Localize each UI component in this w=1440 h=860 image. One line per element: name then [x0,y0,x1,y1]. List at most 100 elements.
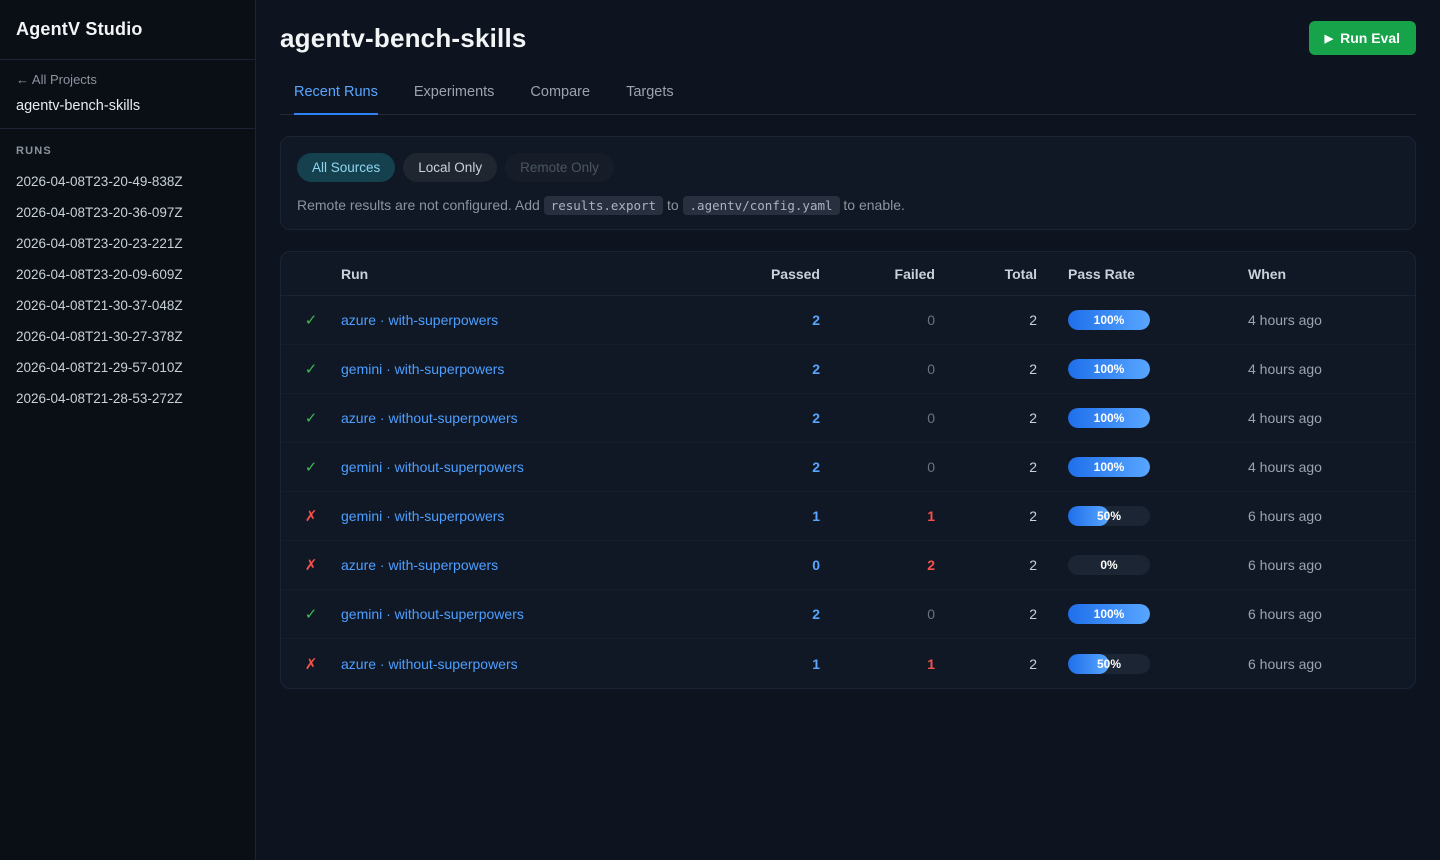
failed-count: 1 [820,508,935,524]
tab-compare[interactable]: Compare [530,84,590,115]
run-name-link[interactable]: gemini · with-superpowers [341,361,700,377]
passed-count: 2 [700,606,820,622]
table-row[interactable]: ✓gemini · without-superpowers202100%6 ho… [281,590,1415,639]
total-count: 2 [935,606,1037,622]
filter-pill-all-sources[interactable]: All Sources [297,153,395,182]
passed-count: 1 [700,508,820,524]
total-count: 2 [935,361,1037,377]
sidebar-project-section: ← All Projects agentv-bench-skills [0,60,255,129]
passed-count: 2 [700,361,820,377]
run-name-link[interactable]: gemini · without-superpowers [341,459,700,475]
table-body: ✓azure · with-superpowers202100%4 hours … [281,296,1415,688]
tab-bar: Recent Runs Experiments Compare Targets [280,84,1416,115]
table-row[interactable]: ✓azure · without-superpowers202100%4 hou… [281,394,1415,443]
run-eval-label: Run Eval [1340,30,1400,46]
fail-icon: ✗ [281,556,341,574]
table-row[interactable]: ✓gemini · with-superpowers202100%4 hours… [281,345,1415,394]
table-row[interactable]: ✓gemini · without-superpowers202100%4 ho… [281,443,1415,492]
pass-rate-cell: 100% [1037,457,1248,477]
pass-rate-label: 100% [1068,457,1150,477]
pass-rate-pill: 0% [1068,555,1150,575]
fail-icon: ✗ [281,655,341,673]
pass-rate-pill: 100% [1068,359,1150,379]
pass-icon: ✓ [281,605,341,623]
failed-count: 2 [820,557,935,573]
total-count: 2 [935,508,1037,524]
run-name-link[interactable]: azure · without-superpowers [341,410,700,426]
run-eval-button[interactable]: ▶ Run Eval [1309,21,1416,55]
passed-count: 1 [700,656,820,672]
sidebar-run-item[interactable]: 2026-04-08T21-30-37-048Z [0,290,255,321]
run-name-link[interactable]: azure · without-superpowers [341,656,700,672]
fail-icon: ✗ [281,507,341,525]
table-row[interactable]: ✓azure · with-superpowers202100%4 hours … [281,296,1415,345]
total-count: 2 [935,312,1037,328]
page-header: agentv-bench-skills ▶ Run Eval [280,0,1416,55]
when-text: 4 hours ago [1248,459,1415,475]
when-text: 4 hours ago [1248,410,1415,426]
all-projects-link[interactable]: ← All Projects [16,72,239,87]
filter-pill-local-only[interactable]: Local Only [403,153,497,182]
passed-count: 2 [700,410,820,426]
pass-rate-cell: 100% [1037,408,1248,428]
pass-rate-cell: 50% [1037,506,1248,526]
when-text: 6 hours ago [1248,656,1415,672]
sidebar-run-item[interactable]: 2026-04-08T23-20-23-221Z [0,228,255,259]
pass-icon: ✓ [281,458,341,476]
tab-experiments[interactable]: Experiments [414,84,495,115]
pass-rate-pill: 100% [1068,408,1150,428]
table-header-row: Run Passed Failed Total Pass Rate When [281,252,1415,296]
tab-recent-runs[interactable]: Recent Runs [294,84,378,115]
play-icon: ▶ [1325,32,1333,45]
filter-pill-remote-only: Remote Only [505,153,614,182]
table-row[interactable]: ✗azure · without-superpowers11250%6 hour… [281,639,1415,688]
pass-rate-label: 100% [1068,408,1150,428]
page-title: agentv-bench-skills [280,23,527,54]
run-name-link[interactable]: azure · with-superpowers [341,557,700,573]
pass-rate-label: 50% [1068,654,1150,674]
main-content: agentv-bench-skills ▶ Run Eval Recent Ru… [256,0,1440,860]
remote-config-note: Remote results are not configured. Add r… [297,197,1399,213]
pass-rate-label: 0% [1068,555,1150,575]
pass-rate-pill: 50% [1068,654,1150,674]
failed-count: 0 [820,312,935,328]
col-failed: Failed [820,266,935,282]
sidebar-run-item[interactable]: 2026-04-08T23-20-49-838Z [0,166,255,197]
run-name-link[interactable]: azure · with-superpowers [341,312,700,328]
passed-count: 2 [700,312,820,328]
total-count: 2 [935,459,1037,475]
col-when: When [1248,266,1415,282]
table-row[interactable]: ✗gemini · with-superpowers11250%6 hours … [281,492,1415,541]
pass-rate-label: 50% [1068,506,1150,526]
sidebar-run-item[interactable]: 2026-04-08T21-29-57-010Z [0,352,255,383]
passed-count: 2 [700,459,820,475]
sidebar: AgentV Studio ← All Projects agentv-benc… [0,0,256,860]
run-name-link[interactable]: gemini · with-superpowers [341,508,700,524]
total-count: 2 [935,410,1037,426]
when-text: 6 hours ago [1248,557,1415,573]
run-name-link[interactable]: gemini · without-superpowers [341,606,700,622]
sidebar-run-item[interactable]: 2026-04-08T21-30-27-378Z [0,321,255,352]
col-passed: Passed [700,266,820,282]
sidebar-run-item[interactable]: 2026-04-08T21-28-53-272Z [0,383,255,414]
pass-rate-label: 100% [1068,359,1150,379]
total-count: 2 [935,557,1037,573]
pass-icon: ✓ [281,360,341,378]
failed-count: 0 [820,606,935,622]
pass-rate-cell: 100% [1037,604,1248,624]
sidebar-run-item[interactable]: 2026-04-08T23-20-36-097Z [0,197,255,228]
sidebar-run-item[interactable]: 2026-04-08T23-20-09-609Z [0,259,255,290]
failed-count: 1 [820,656,935,672]
table-row[interactable]: ✗azure · with-superpowers0220%6 hours ag… [281,541,1415,590]
tab-targets[interactable]: Targets [626,84,674,115]
pass-rate-cell: 0% [1037,555,1248,575]
pass-rate-cell: 100% [1037,310,1248,330]
col-pass-rate: Pass Rate [1037,266,1248,282]
note-text-pre: Remote results are not configured. Add [297,197,544,213]
pass-rate-pill: 50% [1068,506,1150,526]
pass-rate-pill: 100% [1068,604,1150,624]
pass-rate-label: 100% [1068,310,1150,330]
when-text: 4 hours ago [1248,312,1415,328]
failed-count: 0 [820,459,935,475]
runs-section-label: RUNS [0,129,255,166]
